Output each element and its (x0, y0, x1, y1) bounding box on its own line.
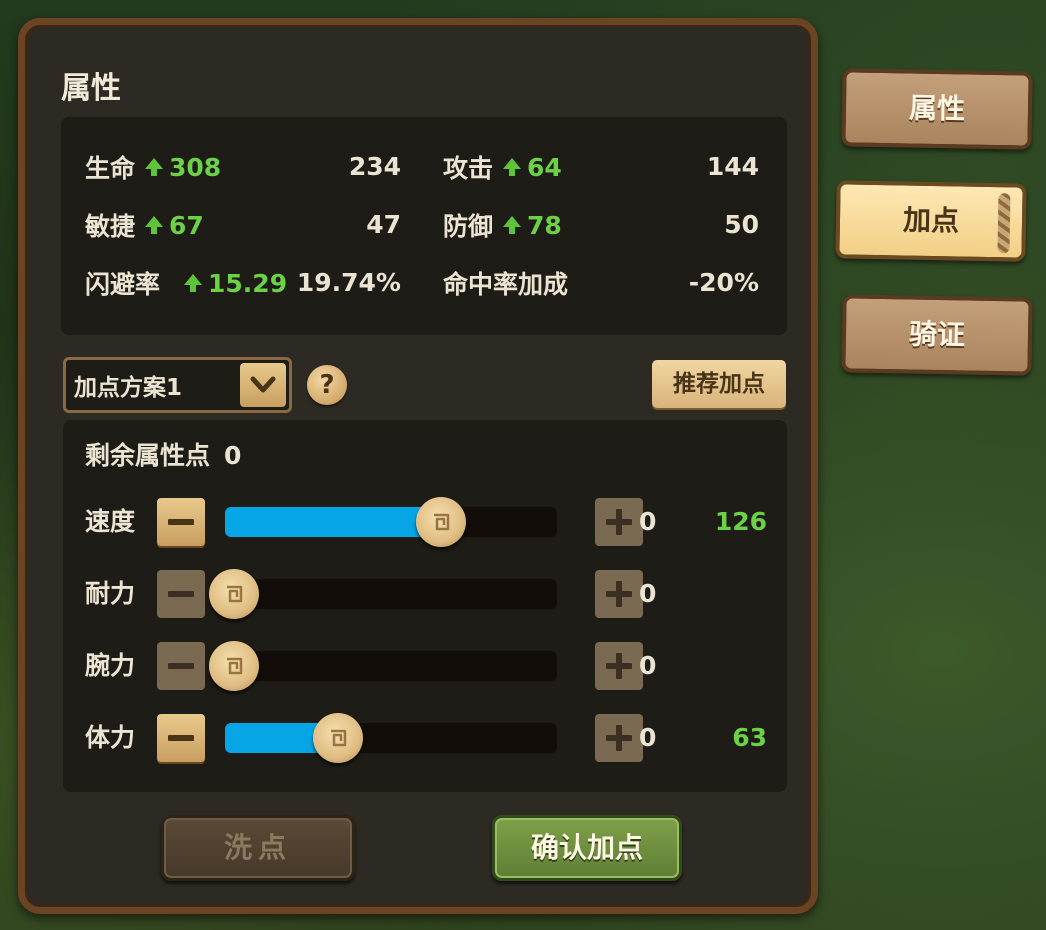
stat-name: 敏捷 (85, 212, 136, 241)
tab-label: 加点 (902, 203, 960, 238)
stat-value: 234 (348, 152, 401, 181)
stat-value: 50 (724, 210, 759, 239)
increase-button[interactable] (595, 642, 643, 690)
attribute-name: 速度 (85, 507, 136, 536)
remaining-label: 剩余属性点 (85, 441, 211, 470)
attribute-slider[interactable] (225, 713, 557, 763)
attribute-total: 63 (732, 723, 767, 752)
decrease-button[interactable] (157, 570, 205, 618)
remaining-value: 0 (224, 441, 242, 470)
attribute-row-endurance: 耐力 0 (63, 566, 787, 622)
dropdown-button[interactable] (240, 363, 286, 407)
attribute-total: 126 (714, 507, 767, 536)
allocated-points: 0 (639, 651, 657, 680)
recommend-points-button[interactable]: 推荐加点 (652, 360, 786, 408)
stat-value: 144 (706, 152, 759, 181)
stat-hit-bonus: 命中率加成 (443, 263, 568, 303)
reset-points-button[interactable]: 洗点 (161, 815, 355, 881)
slider-handle[interactable] (312, 713, 363, 763)
minus-icon (168, 663, 194, 669)
help-icon[interactable]: ? (307, 365, 347, 405)
slider-handle[interactable] (209, 569, 259, 619)
arrow-up-icon (503, 157, 522, 176)
tab-attributes[interactable]: 属性 (841, 68, 1033, 150)
stat-defense: 防御 78 (443, 205, 562, 245)
stat-attack: 攻击 64 (443, 147, 562, 187)
attribute-slider[interactable] (209, 641, 557, 691)
stat-agility: 敏捷 67 (85, 205, 204, 245)
minus-icon (168, 735, 194, 741)
attribute-row-strength: 腕力 0 (63, 638, 787, 694)
stat-bonus: 67 (169, 210, 204, 240)
slider-handle[interactable] (415, 497, 466, 547)
stat-bonus: 15.29 (208, 268, 288, 298)
stat-bonus: 308 (169, 152, 222, 182)
spiral-icon (330, 729, 347, 747)
stat-name: 生命 (85, 154, 136, 183)
decrease-button[interactable] (157, 642, 205, 690)
attribute-slider[interactable] (209, 569, 557, 619)
stat-name: 攻击 (443, 154, 494, 183)
arrow-up-icon (184, 273, 203, 292)
arrow-up-icon (145, 215, 164, 234)
allocated-points: 0 (639, 579, 657, 608)
stat-value: -20% (688, 268, 759, 297)
spiral-icon (227, 585, 243, 603)
plus-icon-vertical (616, 725, 622, 751)
stat-name: 防御 (443, 212, 494, 241)
attribute-name: 体力 (85, 723, 136, 752)
plus-icon-vertical (616, 581, 622, 607)
stat-name: 闪避率 (85, 270, 161, 299)
allocated-points: 0 (639, 723, 657, 752)
tab-mount-license[interactable]: 骑证 (841, 294, 1033, 376)
chevron-down-icon (250, 376, 276, 393)
attribute-row-vitality: 体力 0 63 (63, 710, 787, 766)
allocated-points: 0 (639, 507, 657, 536)
slider-fill (225, 507, 441, 537)
tab-add-points[interactable]: 加点 (835, 180, 1027, 262)
allocation-box: 剩余属性点 0 速度 0 126 耐力 0 腕力 0 体力 0 63 (63, 420, 787, 792)
game-screen: 属性 生命 308 234 攻击 64 144 敏捷 67 47 防御 78 5… (0, 0, 1046, 930)
confirm-points-button[interactable]: 确认加点 (492, 815, 682, 881)
spiral-icon (433, 513, 450, 531)
stat-dodge: 闪避率 15.29 (85, 263, 287, 303)
increase-button[interactable] (595, 570, 643, 618)
attribute-panel: 属性 生命 308 234 攻击 64 144 敏捷 67 47 防御 78 5… (18, 18, 818, 914)
spiral-icon (227, 657, 243, 675)
slider-handle[interactable] (209, 641, 259, 691)
plus-icon-vertical (616, 509, 622, 535)
panel-title: 属性 (61, 71, 121, 106)
minus-icon (168, 591, 194, 597)
remaining-points: 剩余属性点 0 (85, 436, 241, 472)
stat-value: 47 (366, 210, 401, 239)
decrease-button[interactable] (157, 498, 205, 546)
rope-decoration (997, 193, 1011, 254)
plus-icon-vertical (616, 653, 622, 679)
attribute-name: 腕力 (85, 651, 136, 680)
stat-bonus: 64 (527, 152, 562, 182)
arrow-up-icon (145, 157, 164, 176)
increase-button[interactable] (595, 714, 643, 762)
attribute-row-speed: 速度 0 126 (63, 494, 787, 550)
stat-hp: 生命 308 (85, 147, 221, 187)
stat-bonus: 78 (527, 210, 562, 240)
stat-name: 命中率加成 (443, 270, 569, 299)
stat-value: 19.74% (296, 268, 401, 297)
decrease-button[interactable] (157, 714, 205, 762)
preset-selected: 加点方案1 (74, 375, 183, 401)
minus-icon (168, 519, 194, 525)
increase-button[interactable] (595, 498, 643, 546)
arrow-up-icon (503, 215, 522, 234)
attribute-slider[interactable] (225, 497, 557, 547)
preset-dropdown[interactable]: 加点方案1 (63, 357, 292, 413)
attribute-name: 耐力 (85, 579, 136, 608)
stats-summary: 生命 308 234 攻击 64 144 敏捷 67 47 防御 78 50 闪… (61, 117, 787, 335)
